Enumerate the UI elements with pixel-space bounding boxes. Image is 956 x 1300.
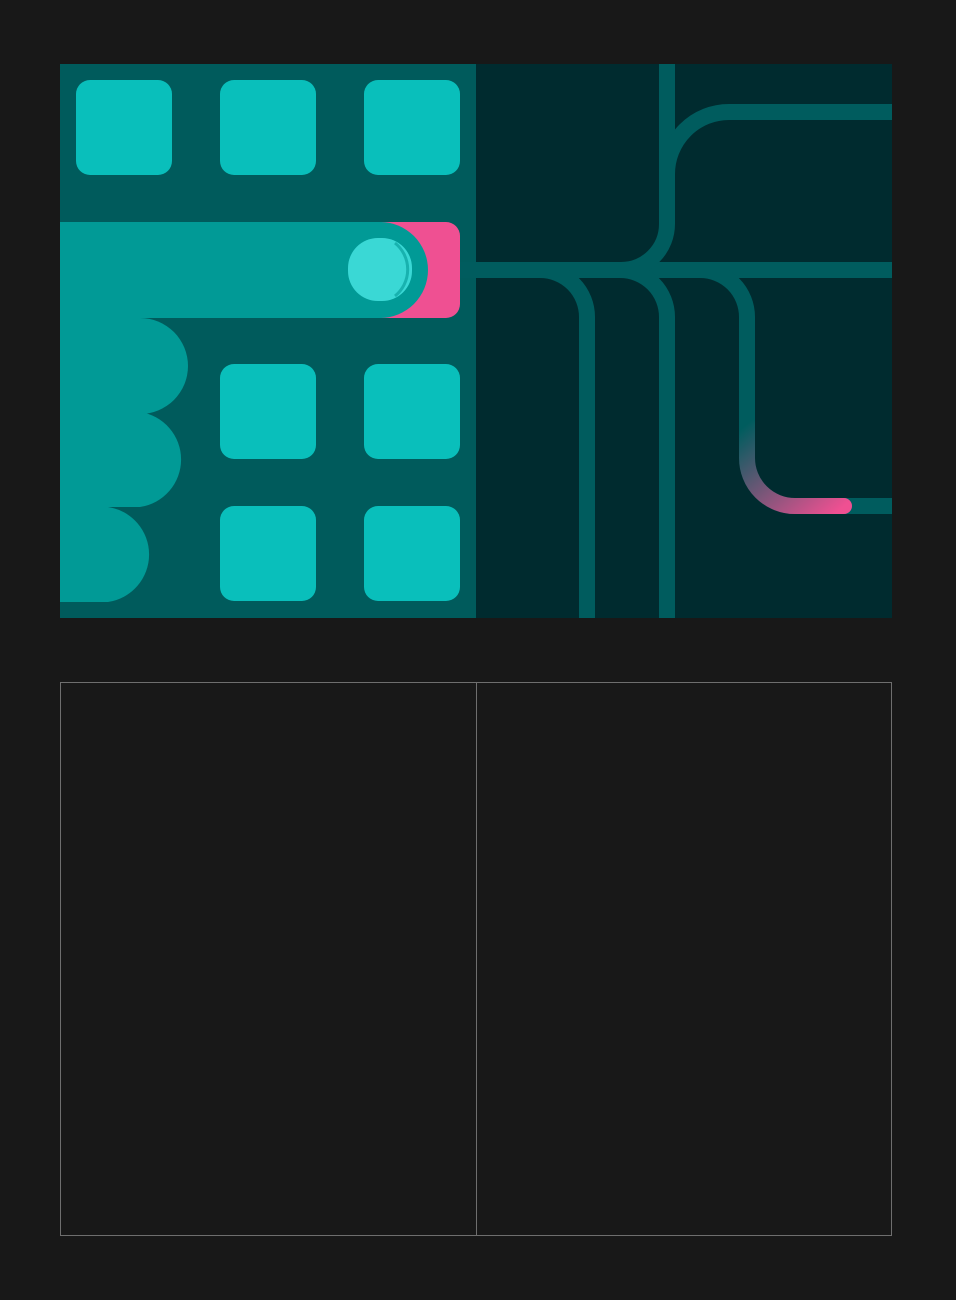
empty-comparison-frame [60, 682, 892, 1236]
tile-icon [364, 364, 460, 459]
circuit-panel [460, 64, 892, 618]
empty-pane-right [477, 683, 892, 1235]
artwork-illustration [60, 64, 892, 618]
tile-icon [76, 80, 172, 175]
empty-pane-left [61, 683, 477, 1235]
knob-icon [348, 238, 412, 301]
tile-icon [220, 364, 316, 459]
tile-icon [220, 506, 316, 601]
tile-panel [60, 64, 476, 618]
tile-icon [364, 80, 460, 175]
tile-icon [220, 80, 316, 175]
tile-icon [364, 506, 460, 601]
active-slot [60, 222, 460, 318]
